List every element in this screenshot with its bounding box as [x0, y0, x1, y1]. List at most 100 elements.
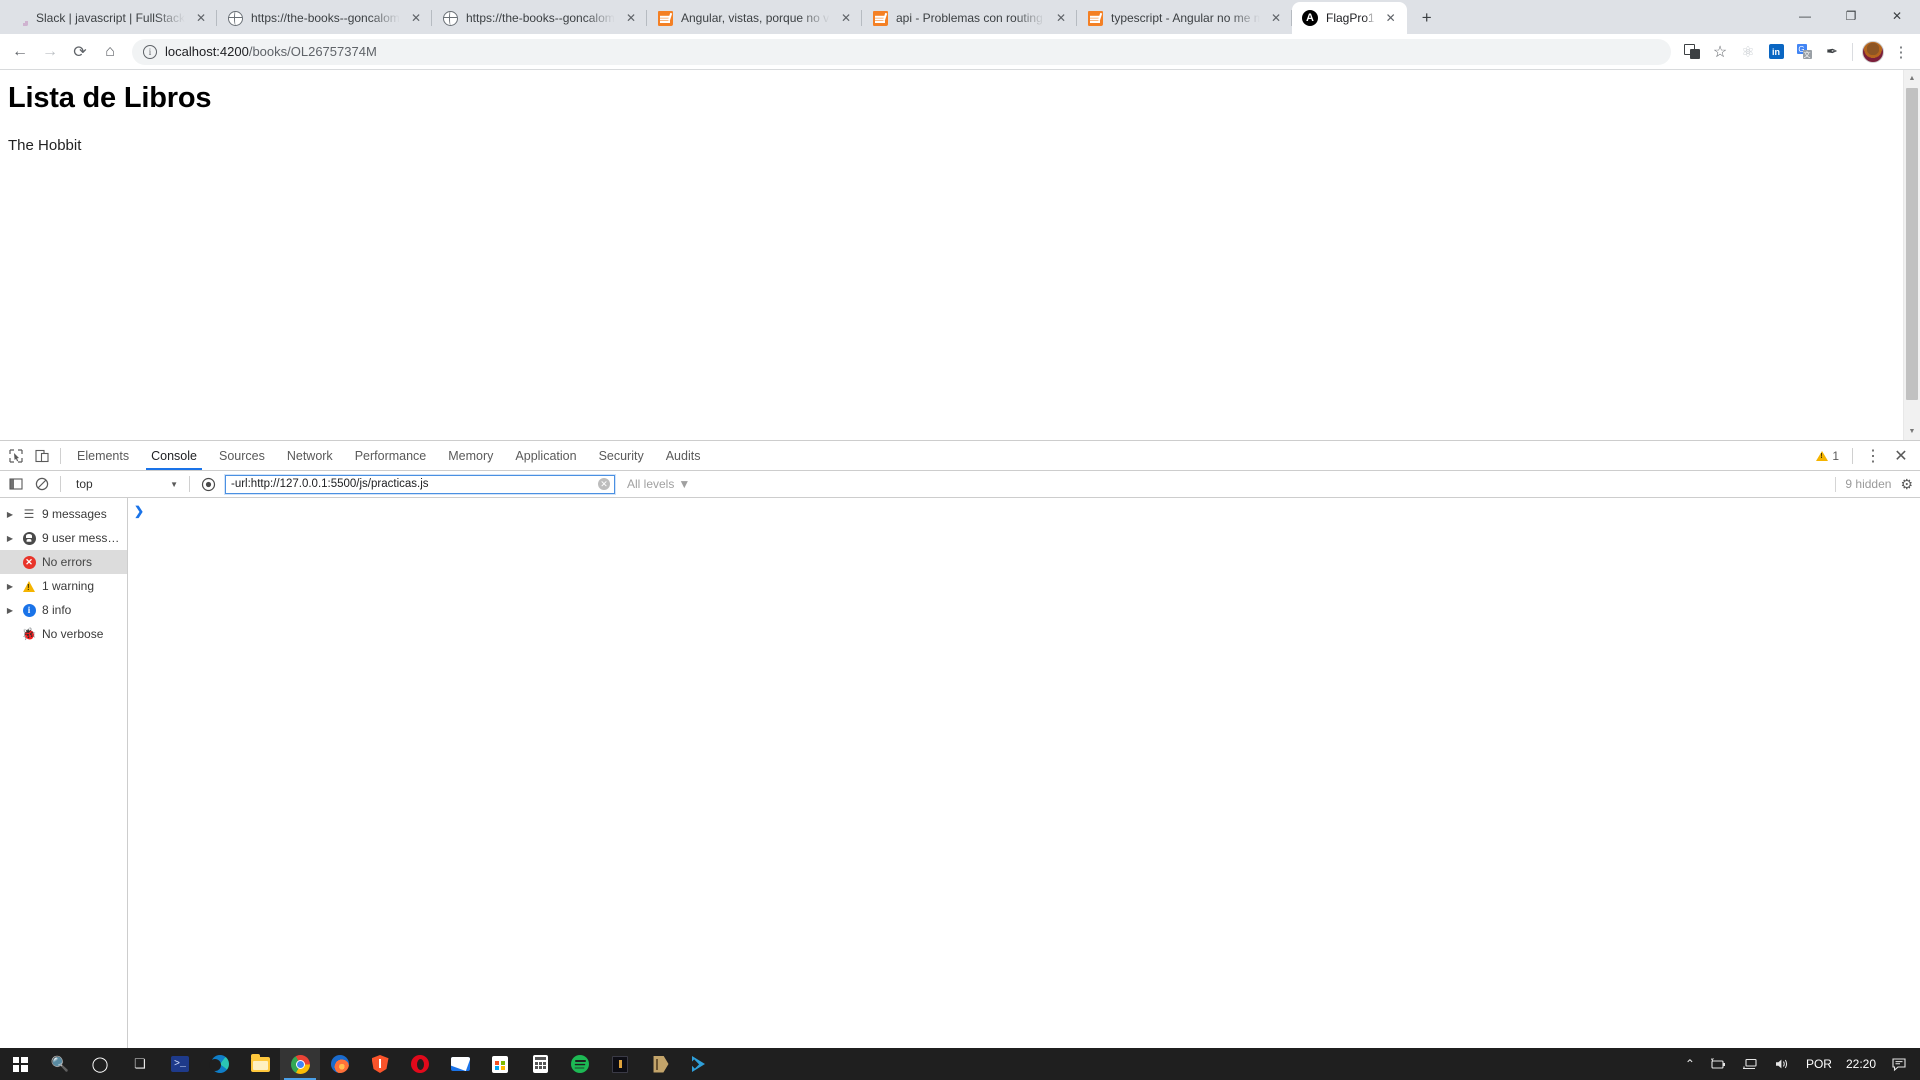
- system-clock[interactable]: 22:20: [1846, 1057, 1876, 1071]
- tab-close-icon[interactable]: ✕: [1268, 10, 1284, 26]
- browser-tab[interactable]: Slack | javascript | FullStack Flag ✕: [2, 2, 217, 34]
- page-scrollbar[interactable]: ▲ ▼: [1903, 70, 1920, 440]
- cortana-button[interactable]: ◯: [80, 1048, 120, 1080]
- tab-security[interactable]: Security: [588, 441, 655, 470]
- app-one[interactable]: [600, 1048, 640, 1080]
- tab-close-icon[interactable]: ✕: [408, 10, 424, 26]
- vscode-app[interactable]: [680, 1048, 720, 1080]
- forward-button[interactable]: →: [36, 38, 64, 66]
- scroll-down-arrow-icon[interactable]: ▼: [1904, 423, 1920, 440]
- tab-elements[interactable]: Elements: [66, 441, 140, 470]
- console-filter-input-wrapper[interactable]: ✕: [225, 474, 615, 494]
- close-window-button[interactable]: ✕: [1874, 0, 1920, 32]
- calculator-app[interactable]: [520, 1048, 560, 1080]
- sidebar-item-errors[interactable]: ✕ No errors: [0, 550, 127, 574]
- google-translate-icon[interactable]: G文: [1791, 39, 1817, 65]
- clear-console-icon[interactable]: [29, 471, 55, 497]
- gear-icon[interactable]: ⚙: [1900, 476, 1913, 493]
- new-tab-button[interactable]: +: [1413, 4, 1441, 32]
- spotify-app[interactable]: [560, 1048, 600, 1080]
- tab-sources[interactable]: Sources: [208, 441, 276, 470]
- home-button[interactable]: ⌂: [96, 38, 124, 66]
- browser-tab[interactable]: https://the-books--goncalomatos ✕: [432, 2, 647, 34]
- tab-network[interactable]: Network: [276, 441, 344, 470]
- console-output[interactable]: ❯: [128, 498, 1920, 1048]
- address-bar[interactable]: localhost:4200/books/OL26757374M: [132, 38, 1671, 65]
- network-icon[interactable]: [1734, 1048, 1766, 1080]
- log-levels-select[interactable]: All levels ▼: [627, 477, 690, 491]
- book-list-item[interactable]: The Hobbit: [8, 137, 1903, 154]
- file-explorer-app[interactable]: [240, 1048, 280, 1080]
- task-view-button[interactable]: ❏: [120, 1048, 160, 1080]
- powershell-app[interactable]: >_: [160, 1048, 200, 1080]
- console-sidebar-toggle-icon[interactable]: [3, 471, 29, 497]
- tab-close-icon[interactable]: ✕: [623, 10, 639, 26]
- expand-arrow-icon[interactable]: ▶: [4, 582, 16, 591]
- react-devtools-icon[interactable]: ⚛: [1735, 39, 1761, 65]
- firefox-app[interactable]: [320, 1048, 360, 1080]
- scrollbar-thumb[interactable]: [1906, 88, 1918, 400]
- browser-tab[interactable]: api - Problemas con routing en A ✕: [862, 2, 1077, 34]
- chrome-menu-button[interactable]: ⋮: [1888, 39, 1914, 65]
- devtools-toolbar-right: 1 ⋮ ✕: [1816, 443, 1920, 469]
- maximize-button[interactable]: ❐: [1828, 0, 1874, 32]
- tab-audits[interactable]: Audits: [655, 441, 712, 470]
- browser-tab[interactable]: typescript - Angular no me mues ✕: [1077, 2, 1292, 34]
- tab-application[interactable]: Application: [504, 441, 587, 470]
- avatar[interactable]: [1860, 39, 1886, 65]
- clock-area[interactable]: POR 22:20: [1798, 1057, 1884, 1071]
- minimize-button[interactable]: —: [1782, 0, 1828, 32]
- globe-icon: [442, 10, 458, 26]
- back-button[interactable]: ←: [6, 38, 34, 66]
- site-info-icon[interactable]: [143, 44, 157, 59]
- browser-tab-active[interactable]: FlagPro1 ✕: [1292, 2, 1407, 34]
- scroll-up-arrow-icon[interactable]: ▲: [1904, 70, 1920, 87]
- clear-filter-icon[interactable]: ✕: [598, 478, 610, 490]
- tab-console[interactable]: Console: [140, 441, 208, 470]
- sidebar-item-user-messages[interactable]: ▶ 9 user mess…: [0, 526, 127, 550]
- opera-app[interactable]: [400, 1048, 440, 1080]
- tab-close-icon[interactable]: ✕: [838, 10, 854, 26]
- javascript-context-select[interactable]: top ▼: [66, 474, 184, 494]
- stackoverflow-icon: [657, 10, 673, 26]
- live-expression-icon[interactable]: [195, 471, 221, 497]
- app-two[interactable]: [640, 1048, 680, 1080]
- chrome-app[interactable]: [280, 1048, 320, 1080]
- tab-close-icon[interactable]: ✕: [1383, 10, 1399, 26]
- tab-close-icon[interactable]: ✕: [193, 10, 209, 26]
- warning-count-badge[interactable]: 1: [1816, 449, 1845, 463]
- bookmark-star-icon[interactable]: ☆: [1707, 39, 1733, 65]
- tab-close-icon[interactable]: ✕: [1053, 10, 1069, 26]
- microsoft-store-app[interactable]: [480, 1048, 520, 1080]
- tab-performance[interactable]: Performance: [344, 441, 438, 470]
- sidebar-item-verbose[interactable]: 🐞 No verbose: [0, 622, 127, 646]
- eyedropper-icon[interactable]: ✒: [1819, 39, 1845, 65]
- start-button[interactable]: [0, 1048, 40, 1080]
- expand-arrow-icon[interactable]: ▶: [4, 534, 16, 543]
- translate-toolbar-icon[interactable]: [1679, 39, 1705, 65]
- toggle-device-toolbar-icon[interactable]: [29, 443, 55, 469]
- reload-button[interactable]: ⟳: [66, 38, 94, 66]
- devtools-more-menu[interactable]: ⋮: [1860, 443, 1886, 469]
- sidebar-item-messages[interactable]: ▶ ☰ 9 messages: [0, 502, 127, 526]
- expand-arrow-icon[interactable]: ▶: [4, 606, 16, 615]
- volume-icon[interactable]: [1766, 1048, 1798, 1080]
- browser-tab[interactable]: Angular, vistas, porque no veo lo ✕: [647, 2, 862, 34]
- linkedin-icon[interactable]: in: [1763, 39, 1789, 65]
- search-button[interactable]: 🔍: [40, 1048, 80, 1080]
- devtools-close-icon[interactable]: ✕: [1888, 443, 1914, 469]
- action-center-icon[interactable]: [1884, 1048, 1916, 1080]
- console-filter-input[interactable]: [231, 478, 598, 490]
- edge-app[interactable]: [200, 1048, 240, 1080]
- tab-memory[interactable]: Memory: [437, 441, 504, 470]
- brave-app[interactable]: [360, 1048, 400, 1080]
- sidebar-item-info[interactable]: ▶ i 8 info: [0, 598, 127, 622]
- sidebar-item-warnings[interactable]: ▶ 1 warning: [0, 574, 127, 598]
- inspect-element-icon[interactable]: [3, 443, 29, 469]
- language-indicator[interactable]: POR: [1806, 1057, 1832, 1071]
- mail-app[interactable]: [440, 1048, 480, 1080]
- battery-charging-icon[interactable]: [1702, 1048, 1734, 1080]
- browser-tab[interactable]: https://the-books--goncalomatos ✕: [217, 2, 432, 34]
- show-hidden-icons-button[interactable]: ⌃: [1678, 1048, 1702, 1080]
- expand-arrow-icon[interactable]: ▶: [4, 510, 16, 519]
